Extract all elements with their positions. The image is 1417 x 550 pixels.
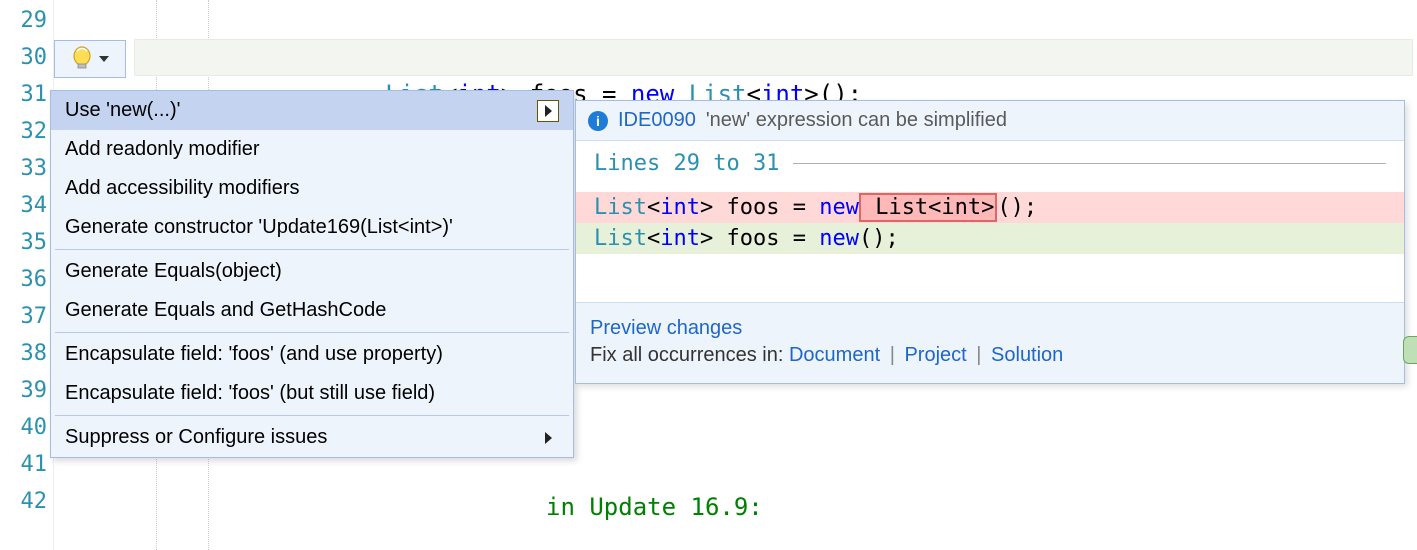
- removed-span: List<int>: [859, 193, 997, 222]
- line-number-gutter: 2930313233343536373839404142: [0, 0, 54, 550]
- fix-all-label: Fix all occurrences in:: [590, 344, 783, 366]
- line-number: 38: [0, 335, 53, 372]
- diagnostic-code: IDE0090: [618, 109, 696, 132]
- menu-item-label: Encapsulate field: 'foos' (and use prope…: [65, 343, 443, 366]
- line-number: 31: [0, 76, 53, 113]
- line-number: 41: [0, 446, 53, 483]
- menu-item[interactable]: Add readonly modifier: [51, 130, 573, 169]
- menu-item-label: Encapsulate field: 'foos' (but still use…: [65, 382, 435, 405]
- menu-item-label: Suppress or Configure issues: [65, 426, 327, 449]
- menu-item-label: Generate constructor 'Update169(List<int…: [65, 216, 453, 239]
- code-comment: in Update 16.9:: [546, 493, 763, 521]
- fix-scope-document[interactable]: Document: [789, 344, 880, 366]
- menu-item-label: Use 'new(...)': [65, 99, 180, 122]
- lightbulb-icon: [71, 46, 93, 72]
- menu-item[interactable]: Use 'new(...)': [51, 91, 573, 130]
- menu-item-label: Add accessibility modifiers: [65, 177, 300, 200]
- margin-hint-marker[interactable]: [1403, 336, 1417, 364]
- line-number: 36: [0, 261, 53, 298]
- fix-scope-project[interactable]: Project: [904, 344, 966, 366]
- fix-scope-solution[interactable]: Solution: [991, 344, 1063, 366]
- info-icon: i: [588, 111, 608, 131]
- preview-body: Lines 29 to 31 List<int> foos = new List…: [576, 141, 1404, 302]
- line-number: 37: [0, 298, 53, 335]
- diff-added-line: List<int> foos = new();: [576, 223, 1404, 254]
- line-number: 42: [0, 483, 53, 520]
- menu-item[interactable]: Encapsulate field: 'foos' (and use prope…: [51, 335, 573, 374]
- diff-removed-line: List<int> foos = new List<int>();: [576, 192, 1404, 223]
- line-number: 32: [0, 113, 53, 150]
- line-number: 34: [0, 187, 53, 224]
- menu-item-label: Generate Equals and GetHashCode: [65, 299, 386, 322]
- menu-item[interactable]: Add accessibility modifiers: [51, 169, 573, 208]
- menu-item[interactable]: Suppress or Configure issues: [51, 418, 573, 457]
- chevron-down-icon: [99, 56, 109, 62]
- preview-footer: Preview changes Fix all occurrences in: …: [576, 302, 1404, 383]
- line-number: 29: [0, 2, 53, 39]
- line-number: 40: [0, 409, 53, 446]
- menu-separator: [55, 249, 569, 250]
- fix-preview-panel: i IDE0090 'new' expression can be simpli…: [575, 100, 1405, 384]
- preview-changes-link[interactable]: Preview changes: [590, 317, 742, 339]
- lightbulb-button[interactable]: [54, 40, 126, 78]
- menu-separator: [55, 332, 569, 333]
- menu-item[interactable]: Generate Equals and GetHashCode: [51, 291, 573, 330]
- menu-item[interactable]: Generate constructor 'Update169(List<int…: [51, 208, 573, 247]
- quick-actions-menu: Use 'new(...)' Add readonly modifier Add a…: [50, 90, 574, 458]
- submenu-arrow-icon: [537, 427, 559, 449]
- line-number: 33: [0, 150, 53, 187]
- line-number: 35: [0, 224, 53, 261]
- lines-range-label: Lines 29 to 31: [576, 147, 1404, 178]
- line-number: 30: [0, 39, 53, 76]
- preview-header: i IDE0090 'new' expression can be simpli…: [576, 101, 1404, 141]
- menu-item[interactable]: Generate Equals(object): [51, 252, 573, 291]
- menu-separator: [55, 415, 569, 416]
- submenu-arrow-icon: [537, 100, 559, 122]
- menu-item-label: Generate Equals(object): [65, 260, 282, 283]
- horizontal-rule: [793, 163, 1386, 164]
- line-number: 39: [0, 372, 53, 409]
- menu-item[interactable]: Encapsulate field: 'foos' (but still use…: [51, 374, 573, 413]
- diagnostic-message: 'new' expression can be simplified: [706, 109, 1007, 132]
- menu-item-label: Add readonly modifier: [65, 138, 260, 161]
